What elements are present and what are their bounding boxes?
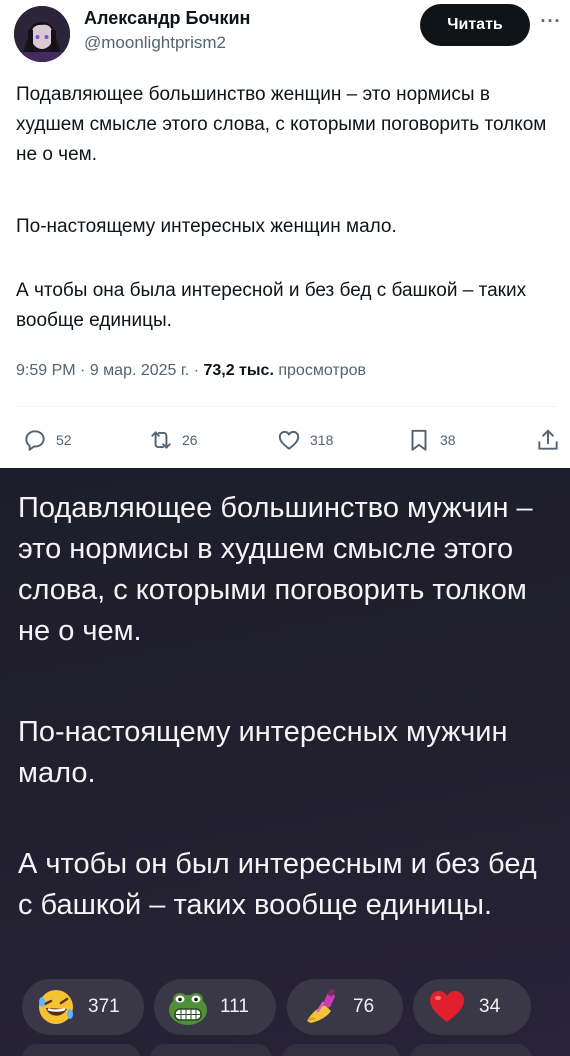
views-label: просмотров (278, 362, 366, 379)
tweet-paragraph: По-настоящему интересных женщин мало. (16, 216, 397, 237)
reaction-partial[interactable] (150, 1044, 272, 1056)
bookmark-icon (411, 429, 427, 451)
avatar-image (14, 6, 70, 62)
rofl-emoji-icon (34, 985, 78, 1029)
repost-count: 26 (182, 432, 198, 448)
reaction-nail-polish[interactable]: 76 (287, 979, 403, 1035)
reaction-count: 371 (88, 996, 120, 1017)
reaction-partial[interactable] (22, 1044, 140, 1056)
reaction-partial[interactable] (282, 1044, 400, 1056)
reply-button[interactable]: 52 (22, 425, 72, 455)
tweet-time[interactable]: 9:59 PM (16, 362, 76, 379)
heart-emoji-icon (425, 985, 469, 1029)
tweet-paragraph: Подавляющее большинство женщин – это нор… (16, 84, 547, 165)
tweet-paragraph: А чтобы она была интересной и без бед с … (16, 280, 527, 331)
share-icon (538, 429, 558, 450)
like-button[interactable]: 318 (276, 425, 333, 455)
reaction-rofl[interactable]: 371 (22, 979, 144, 1035)
reaction-count: 111 (220, 996, 249, 1017)
divider (16, 406, 556, 407)
message-paragraph: А чтобы он был интересным и без бед с ба… (18, 848, 537, 921)
reaction-partial[interactable] (410, 1044, 532, 1056)
reaction-count: 76 (353, 996, 375, 1017)
reaction-count: 34 (479, 996, 501, 1017)
pepe-emoji-icon (166, 985, 210, 1029)
tweet-date[interactable]: 9 мар. 2025 г. (90, 362, 189, 379)
like-count: 318 (310, 432, 334, 448)
follow-button[interactable]: Читать (420, 4, 530, 46)
share-button[interactable] (535, 425, 561, 455)
repost-button[interactable]: 26 (148, 425, 198, 455)
views-count: 73,2 тыс. (203, 362, 274, 379)
meta-separator: · (80, 362, 86, 379)
nail-polish-emoji-icon (299, 985, 343, 1029)
reaction-pepe[interactable]: 111 (154, 979, 276, 1035)
bookmark-button[interactable]: 38 (406, 425, 456, 455)
message-paragraph: По-настоящему интересных мужчин мало. (18, 716, 508, 789)
message-card: Подавляющее большинство мужчин – это нор… (0, 468, 570, 1056)
avatar[interactable] (14, 6, 70, 62)
reaction-heart[interactable]: 34 (413, 979, 531, 1035)
more-options-icon[interactable]: ··· (538, 8, 564, 34)
meta-separator: · (193, 362, 200, 379)
message-paragraph: Подавляющее большинство мужчин – это нор… (18, 492, 533, 647)
heart-icon (278, 430, 300, 450)
tweet-card: Александр Бочкин @moonlightprism2 Читать… (0, 0, 570, 468)
reply-count: 52 (56, 432, 72, 448)
repost-icon (151, 431, 171, 449)
author-handle[interactable]: @moonlightprism2 (84, 33, 226, 53)
author-name[interactable]: Александр Бочкин (84, 8, 250, 29)
bookmark-count: 38 (440, 432, 456, 448)
tweet-meta: 9:59 PM · 9 мар. 2025 г. · 73,2 тыс. про… (16, 362, 366, 380)
reply-icon (25, 430, 45, 451)
